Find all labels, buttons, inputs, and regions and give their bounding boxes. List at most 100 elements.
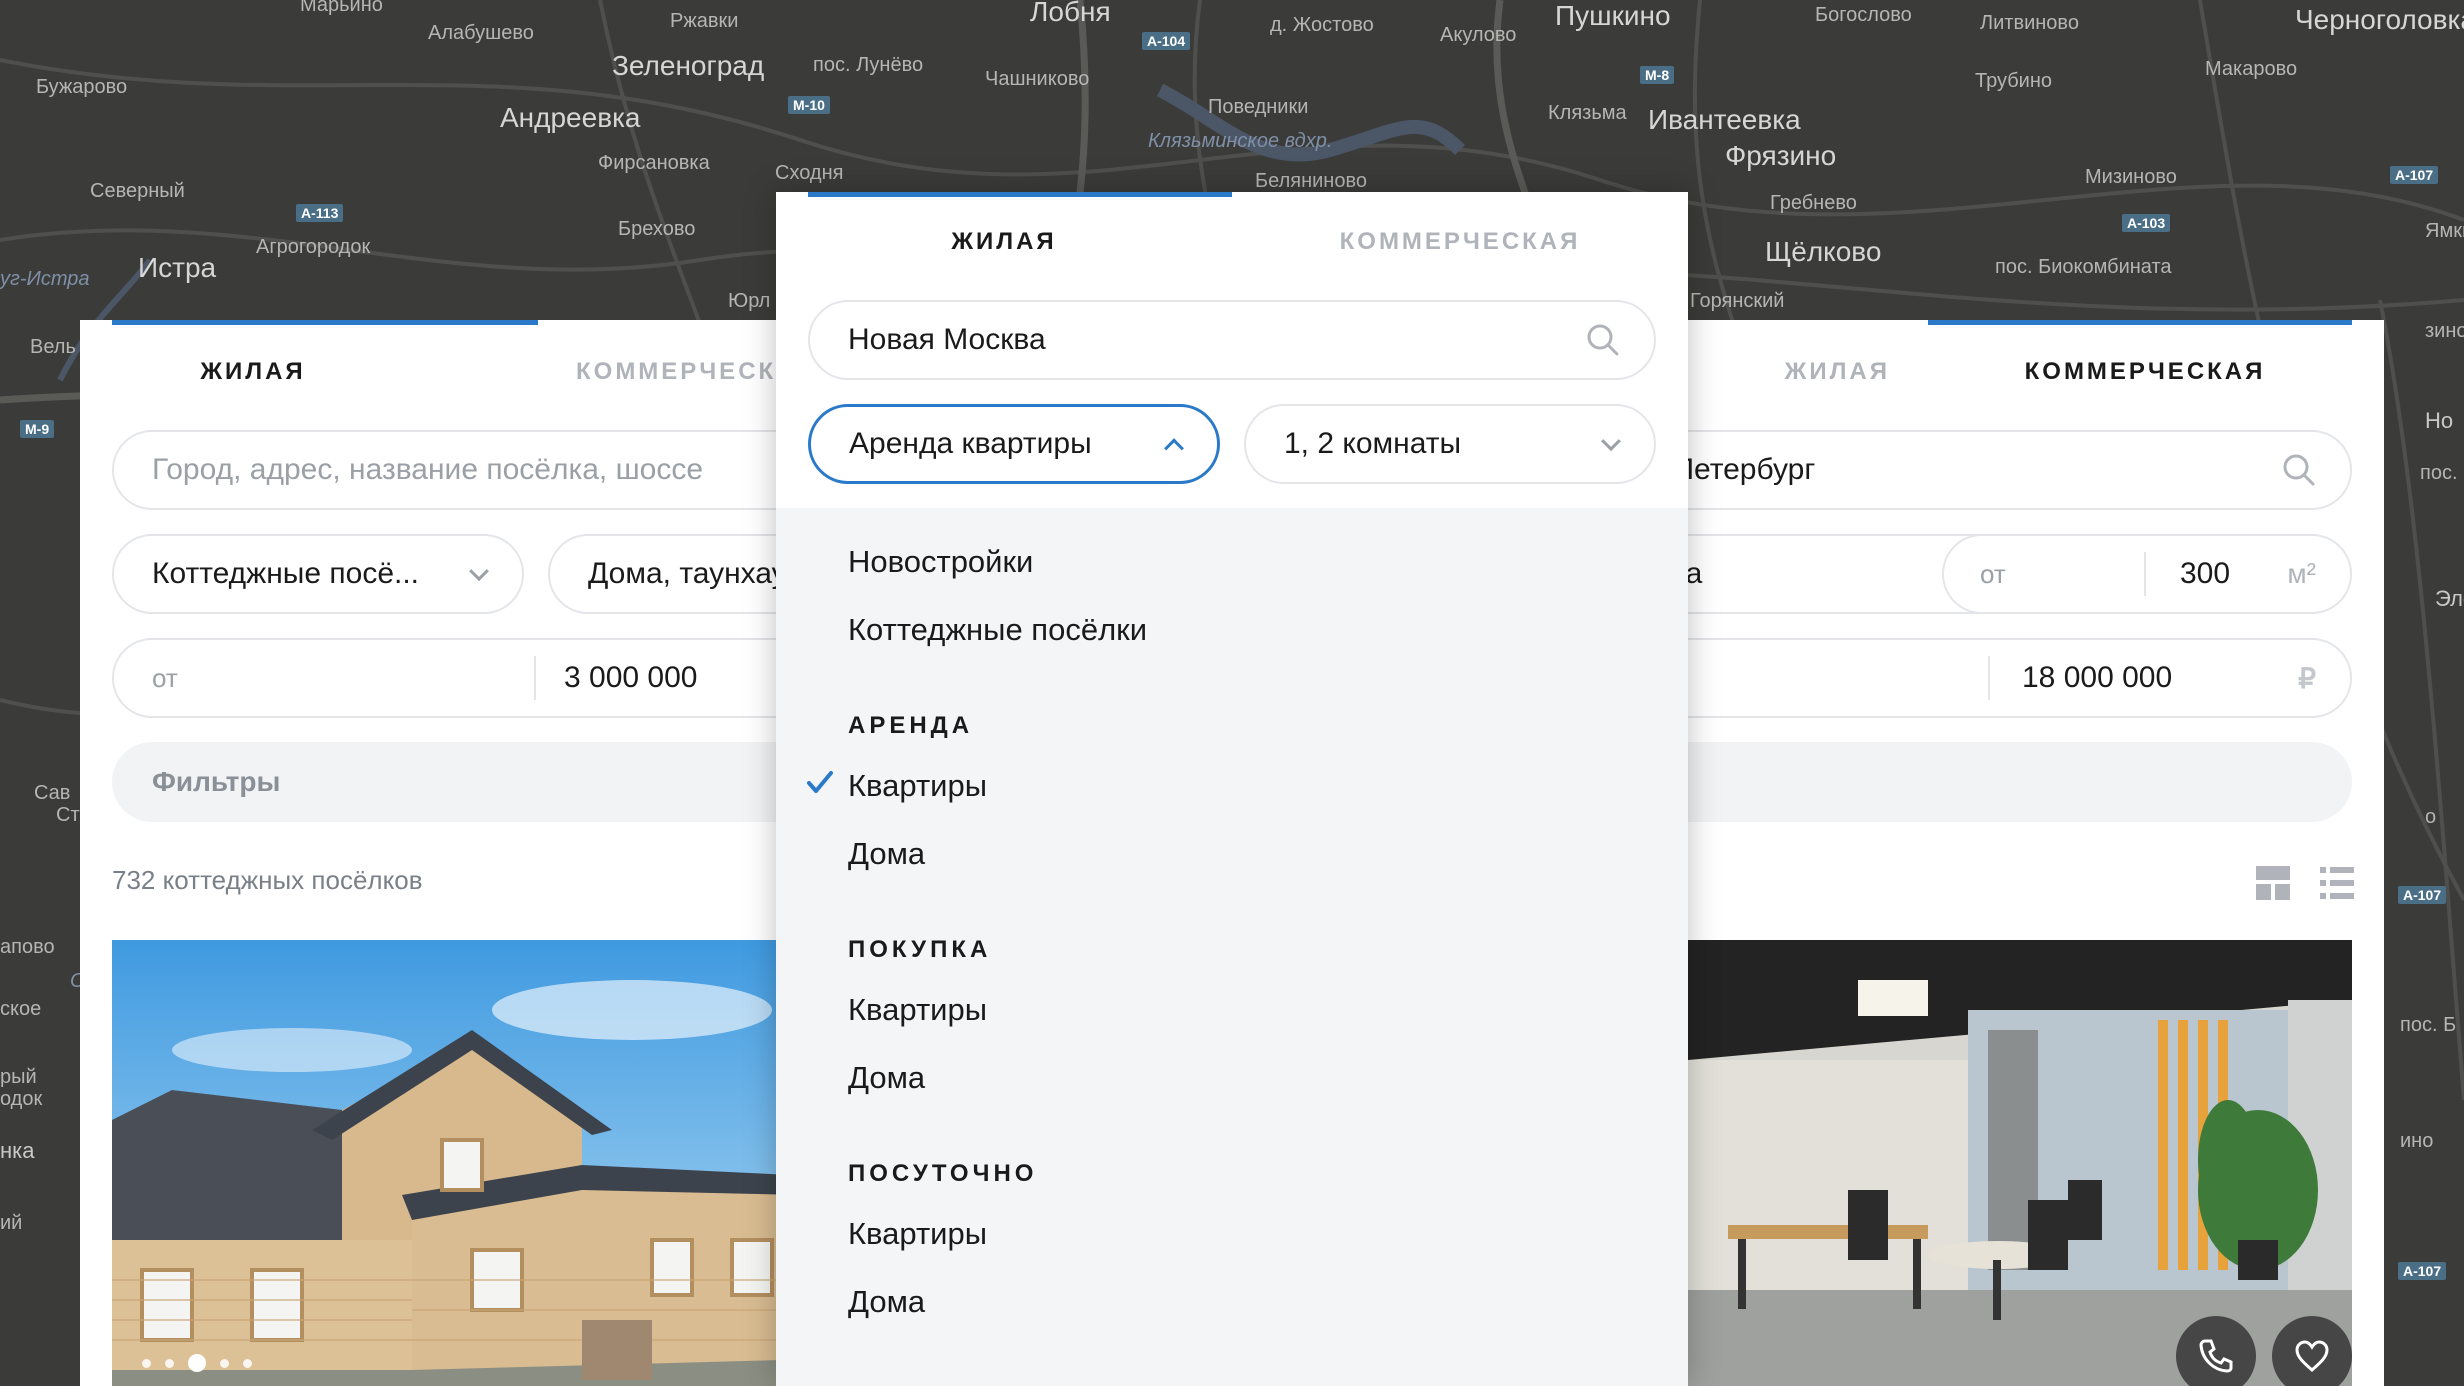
area-unit: м² (2287, 558, 2316, 589)
area-to-input[interactable]: 300 (2180, 557, 2230, 591)
map-place-label: ское (0, 998, 42, 1020)
map-place-label: Трубино (1975, 70, 2053, 92)
road-number-badge: A-107 (2398, 1262, 2447, 1280)
map-place-label: пос. Биокомбината (1995, 256, 2172, 278)
option-daily-houses[interactable]: Дома (848, 1284, 925, 1320)
rooms-value: 1, 2 комнаты (1284, 427, 1462, 460)
group-daily-heading: ПОСУТОЧНО (848, 1160, 1038, 1187)
road-number-badge: M-8 (1640, 66, 1675, 84)
option-rent-houses[interactable]: Дома (848, 836, 925, 872)
map-place-label: уг-Истра (0, 268, 90, 290)
tab-residential[interactable]: ЖИЛАЯ (776, 192, 1262, 256)
price-divider (1988, 656, 1990, 700)
map-place-label: Марьино (300, 0, 383, 16)
search-input[interactable]: Город, адрес, название посёлка, шоссе (112, 430, 860, 510)
tab-commercial[interactable]: КОММЕРЧЕСКАЯ (1232, 192, 1688, 256)
map-place-label: Пушкино (1555, 0, 1671, 31)
deal-type-select[interactable]: Аренда квартиры (808, 404, 1220, 484)
option-buy-houses[interactable]: Дома (848, 1060, 925, 1096)
map-place-label: апово (0, 936, 55, 958)
map-place-label: пос. Лунёво (813, 54, 924, 76)
residential-search-dropdown-panel: ЖИЛАЯ КОММЕРЧЕСКАЯ Новая Москва Аренда к… (776, 192, 1688, 1386)
map-place-label: Горянский (1690, 290, 1785, 312)
carousel-dot-active[interactable] (188, 1354, 206, 1372)
tab-residential[interactable]: ЖИЛАЯ (1660, 320, 1910, 424)
map-place-label: Клязьминское вдхр. (1148, 130, 1333, 152)
map-place-label: Ямкино (2425, 220, 2464, 242)
search-icon[interactable] (2282, 453, 2316, 487)
price-from-input[interactable]: от (152, 663, 178, 694)
map-place-label: Ржавки (670, 10, 739, 32)
rooms-select[interactable]: 1, 2 комнаты (1244, 404, 1656, 484)
map-place-label: Андреевка (500, 102, 641, 133)
cottage-image (112, 940, 812, 1386)
chevron-down-icon (469, 561, 489, 582)
price-range: 18 000 000 ₽ (1660, 638, 2352, 718)
price-to-input[interactable]: 3 000 000 (564, 661, 697, 695)
map-place-label: Щёлково (1765, 236, 1882, 267)
property-type-select[interactable]: Коттеджные посё... (112, 534, 524, 614)
option-daily-apartments[interactable]: Квартиры (848, 1216, 987, 1252)
road-number-badge: M-9 (20, 420, 55, 438)
filters-button[interactable] (1660, 742, 2352, 822)
map-place-label: Бужарово (36, 76, 128, 98)
option-buy-apartments[interactable]: Квартиры (848, 992, 987, 1028)
filters-button[interactable]: Фильтры (112, 742, 860, 822)
favorite-button[interactable] (2272, 1316, 2352, 1386)
map-place-label: Фирсановка (598, 152, 710, 174)
road-number-badge: M-10 (788, 96, 830, 114)
map-place-label: Сходня (775, 162, 844, 184)
carousel-dot[interactable] (165, 1358, 174, 1368)
carousel-dot[interactable] (220, 1358, 229, 1368)
results-count: 732 коттеджных посёлков (112, 865, 423, 895)
tabs: ЖИЛАЯ КОММЕРЧЕСКАЯ (1660, 320, 2384, 424)
search-icon[interactable] (1586, 323, 1620, 357)
tabs: ЖИЛАЯ КОММЕРЧЕСКАЯ (80, 320, 860, 424)
search-placeholder: Город, адрес, название посёлка, шоссе (152, 453, 704, 486)
office-image (1688, 940, 2352, 1386)
area-divider (2144, 552, 2146, 596)
mid-header: ЖИЛАЯ КОММЕРЧЕСКАЯ Новая Москва Аренда к… (776, 192, 1688, 508)
map-place-label: Богослово (1815, 4, 1912, 26)
carousel-dot[interactable] (243, 1358, 252, 1368)
check-icon (807, 771, 833, 793)
search-input[interactable]: Новая Москва (808, 300, 1656, 380)
map-place-label: Но (2425, 408, 2454, 433)
price-divider (534, 656, 536, 700)
search-input[interactable]: Санкт-Петербург (1660, 430, 2352, 510)
area-from-input[interactable]: от (1980, 559, 2006, 590)
area-range: от 300 м² (1942, 534, 2352, 614)
carousel-dots[interactable] (142, 1354, 252, 1372)
map-place-label: Акулово (1440, 24, 1517, 46)
listing-photo-cottage[interactable] (112, 940, 812, 1386)
list-view-icon[interactable] (2320, 866, 2354, 900)
option-new-buildings[interactable]: Новостройки (848, 544, 1033, 580)
map-place-label: зино (2425, 320, 2464, 342)
listing-photo-office[interactable] (1688, 940, 2352, 1386)
map-place-label: Поведники (1208, 96, 1309, 118)
map-place-label: о (2425, 806, 2437, 828)
map-place-label: Агрогородок (256, 236, 371, 258)
option-cottage-villages[interactable]: Коттеджные посёлки (848, 612, 1147, 648)
price-unit: ₽ (2298, 662, 2316, 694)
carousel-dot[interactable] (142, 1358, 151, 1368)
map-place-label: пос. Б (2400, 1014, 2457, 1036)
call-button[interactable] (2176, 1316, 2256, 1386)
tab-residential[interactable]: ЖИЛАЯ (80, 320, 566, 424)
option-rent-apartments[interactable]: Квартиры (848, 768, 987, 804)
grid-view-icon[interactable] (2256, 866, 2290, 900)
map-place-label: Истра (138, 252, 217, 283)
price-range: от 3 000 000 (112, 638, 860, 718)
map-place-label: Брехово (618, 218, 696, 240)
map-place-label: Гребнево (1770, 192, 1857, 214)
road-number-badge: A-104 (1142, 32, 1191, 50)
group-rent-heading: АРЕНДА (848, 712, 974, 739)
map-place-label: Черноголовка (2295, 4, 2464, 35)
tab-commercial[interactable]: КОММЕРЧЕСКАЯ (1910, 320, 2380, 424)
map-place-label: Ивантеевка (1648, 104, 1801, 135)
phone-icon (2199, 1339, 2233, 1373)
map-place-label: Алабушево (428, 22, 534, 44)
map-place-label: Юрл (728, 290, 771, 312)
price-to-input[interactable]: 18 000 000 (2022, 661, 2172, 695)
map-place-label: Литвиново (1980, 12, 2079, 34)
